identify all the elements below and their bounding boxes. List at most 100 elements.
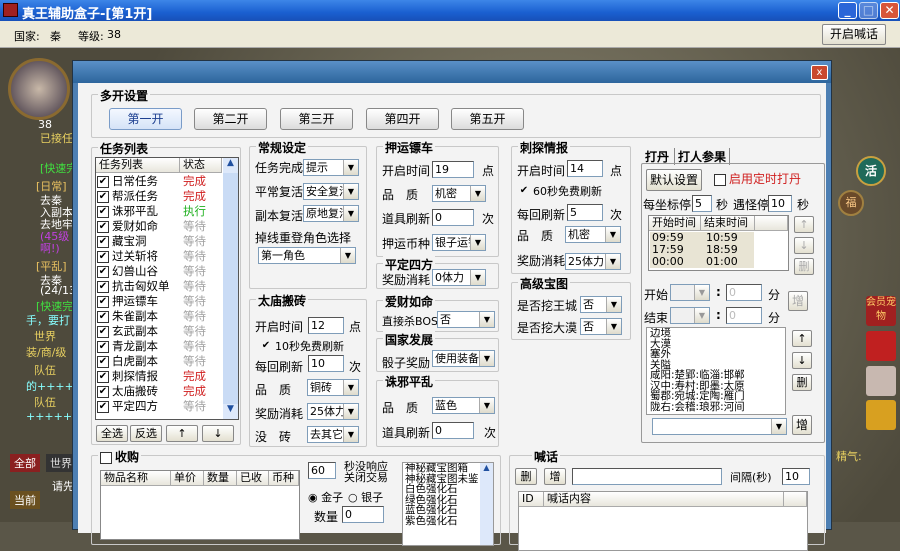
evil-item-refresh-input[interactable]: 0 [432, 422, 474, 439]
task-row[interactable]: ✔ 太庙搬砖 完成 [97, 384, 223, 399]
fortune-icon[interactable]: 福 [838, 190, 864, 216]
chat-tab-all[interactable]: 全部 [10, 454, 40, 472]
select-all-button[interactable]: 全选 [96, 425, 128, 442]
spy-quality-select[interactable]: 机密 ▼ [565, 226, 621, 243]
spy-per-refresh-input[interactable]: 5 [567, 204, 603, 221]
spy-start-input[interactable]: 14 [567, 160, 603, 177]
place-down-button[interactable]: ↓ [792, 352, 812, 369]
time-ranges-list[interactable]: 开始时间 结束时间 09:59 10:59 17:59 18:59 00:00 01:00 [648, 215, 789, 271]
checkbox-checked-icon[interactable]: ✔ [97, 325, 109, 338]
col-shout-content[interactable]: 喊话内容 [544, 492, 784, 507]
chat-input[interactable]: 请先 [52, 478, 74, 494]
col-received[interactable]: 已收 [237, 471, 269, 486]
invert-selection-button[interactable]: 反选 [130, 425, 162, 442]
task-row[interactable]: ✔ 过关斩将 等待 [97, 249, 223, 264]
task-row[interactable]: ✔ 刺探情报 完成 [97, 369, 223, 384]
minimize-button[interactable]: _ [838, 2, 857, 19]
col-currency[interactable]: 币种 [269, 471, 299, 486]
task-done-select[interactable]: 提示 ▼ [303, 159, 359, 176]
vip-pet-icon[interactable]: 会员宠物 [866, 296, 896, 326]
checkbox-checked-icon[interactable]: ✔ [97, 220, 109, 233]
gift-icon[interactable] [866, 331, 896, 361]
move-down-button[interactable]: ↓ [202, 425, 234, 442]
pacify-reward-select[interactable]: 0体力 ▼ [432, 269, 486, 286]
escort-start-input[interactable]: 19 [432, 161, 474, 178]
kill-boss-select[interactable]: 否 ▼ [437, 311, 495, 328]
silver-radio[interactable]: ○ 银子 [348, 489, 383, 505]
checkbox-checked-icon[interactable]: ✔ [97, 370, 109, 383]
task-row[interactable]: ✔ 玄武副本 等待 [97, 324, 223, 339]
timeout-input[interactable]: 60 [308, 462, 336, 479]
purchase-table[interactable]: 物品名称 单价 数量 已收 币种 [100, 470, 300, 540]
interval-input[interactable]: 10 [782, 468, 810, 485]
col-end-time[interactable]: 结束时间 [701, 216, 755, 231]
checkbox-checked-icon[interactable]: ✔ [97, 295, 109, 308]
col-id[interactable]: ID [519, 492, 544, 507]
scroll-up-icon[interactable]: ▲ [223, 158, 238, 173]
spy-reward-select[interactable]: 25体力 ▼ [565, 253, 621, 270]
task-row[interactable]: ✔ 押运镖车 等待 [97, 294, 223, 309]
dig-desert-select[interactable]: 否 ▼ [580, 318, 622, 335]
escort-quality-select[interactable]: 机密 ▼ [432, 185, 486, 202]
task-row[interactable]: ✔ 爱财如命 等待 [97, 219, 223, 234]
scroll-down-icon[interactable]: ▼ [223, 404, 238, 419]
open-4-button[interactable]: 第四开 [366, 108, 439, 130]
purchase-checkbox[interactable]: 收购 [98, 448, 142, 465]
start-hour-select[interactable]: ▼ [670, 284, 710, 301]
col-task-name[interactable]: 任务列表 [96, 158, 180, 173]
shout-table[interactable]: ID 喊话内容 [518, 491, 808, 551]
checkbox-checked-icon[interactable]: ✔ [97, 250, 109, 263]
place-delete-button[interactable]: 删 [792, 374, 812, 391]
place-add-button[interactable]: 增 [792, 415, 812, 435]
task-row[interactable]: ✔ 帮派任务 完成 [97, 189, 223, 204]
evil-quality-select[interactable]: 蓝色 ▼ [432, 397, 495, 414]
temple-reward-select[interactable]: 25体力 ▼ [307, 403, 359, 420]
time-down-button[interactable]: ↓ [794, 237, 814, 254]
checkbox-checked-icon[interactable]: ✔ [97, 385, 109, 398]
checkbox-checked-icon[interactable]: ✔ [97, 340, 109, 353]
checkbox-checked-icon[interactable]: ✔ [97, 400, 109, 413]
revive-select[interactable]: 安全复活 ▼ [303, 183, 359, 200]
checkbox-checked-icon[interactable]: ✔ [97, 280, 109, 293]
time-delete-button[interactable]: 删 [794, 258, 814, 275]
task-row[interactable]: ✔ 幻兽山谷 等待 [97, 264, 223, 279]
close-button[interactable]: ✕ [880, 2, 899, 19]
escort-currency-select[interactable]: 银子运镖 ▼ [432, 234, 486, 251]
items-scrollbar[interactable]: ▲ [480, 463, 493, 545]
col-start-time[interactable]: 开始时间 [649, 216, 701, 231]
checkbox-checked-icon[interactable]: ✔ [97, 205, 109, 218]
relogin-role-select[interactable]: 第一角色 ▼ [258, 247, 356, 264]
chat-channel-button[interactable]: 当前 [10, 491, 40, 509]
start-shout-button[interactable]: 开启喊话 [822, 24, 886, 45]
checkbox-checked-icon[interactable]: ✔ [97, 265, 109, 278]
purchase-items-list[interactable]: 神秘藏宝图箱 神秘藏宝图未鉴 白色强化石 绿色强化石 蓝色强化石 紫色强化石 ▲ [402, 462, 494, 546]
timed-dan-checkbox[interactable]: 启用定时打丹 [714, 170, 801, 187]
move-up-button[interactable]: ↑ [166, 425, 198, 442]
start-minute-input[interactable]: 0 [726, 284, 762, 301]
character-icon[interactable] [866, 366, 896, 396]
open-2-button[interactable]: 第二开 [194, 108, 267, 130]
stop-monster-input[interactable]: 10 [768, 195, 792, 212]
dice-reward-select[interactable]: 使用装备 ▼ [432, 350, 495, 367]
time-add-button[interactable]: 增 [788, 291, 808, 311]
dig-royal-select[interactable]: 否 ▼ [580, 296, 622, 313]
time-up-button[interactable]: ↑ [794, 216, 814, 233]
task-list-scrollbar[interactable]: ▲ ▼ [223, 158, 238, 419]
scroll-up-icon[interactable]: ▲ [480, 463, 493, 472]
default-settings-button[interactable]: 默认设置 [646, 169, 702, 191]
spy-free-refresh-checkbox[interactable]: ✔ 60秒免费刷新 [518, 183, 602, 199]
open-1-button[interactable]: 第一开 [109, 108, 182, 130]
col-quantity[interactable]: 数量 [204, 471, 237, 486]
temple-quality-select[interactable]: 铜砖 ▼ [307, 379, 359, 396]
task-row[interactable]: ✔ 藏宝洞 等待 [97, 234, 223, 249]
task-row[interactable]: ✔ 青龙副本 等待 [97, 339, 223, 354]
place-item[interactable]: 陇右:会稽:琅邪:河间 [650, 401, 745, 413]
checkbox-checked-icon[interactable]: ✔ [97, 235, 109, 248]
end-hour-select[interactable]: ▼ [670, 307, 710, 324]
task-row[interactable]: ✔ 日常任务 完成 [97, 174, 223, 189]
checkbox-checked-icon[interactable]: ✔ [97, 175, 109, 188]
shout-add-button[interactable]: 增 [544, 468, 566, 485]
task-row[interactable]: ✔ 白虎副本 等待 [97, 354, 223, 369]
col-status[interactable]: 状态 [180, 158, 222, 173]
temple-per-refresh-input[interactable]: 10 [308, 355, 344, 372]
